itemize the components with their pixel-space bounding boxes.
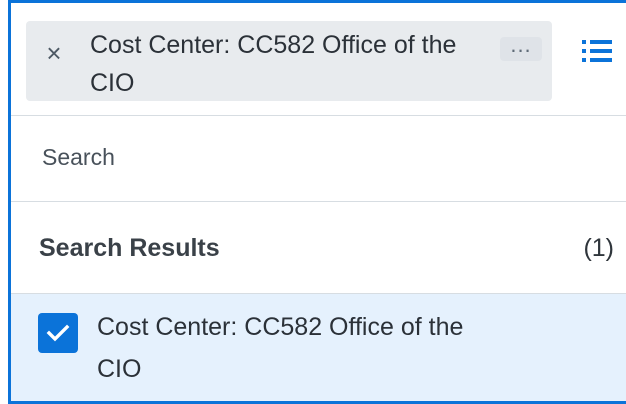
search-input[interactable]: [42, 137, 602, 177]
result-checkbox[interactable]: [38, 313, 78, 353]
list-icon[interactable]: [577, 35, 617, 67]
result-label: Cost Center: CC582 Office of the CIO: [97, 313, 464, 383]
close-icon[interactable]: ×: [40, 39, 68, 67]
search-results-header: Search Results (1): [11, 202, 626, 294]
more-icon[interactable]: ...: [500, 34, 542, 61]
search-result-row[interactable]: Cost Center: CC582 Office of the CIO: [11, 294, 626, 401]
selected-item-label: Cost Center: CC582 Office of the CIO: [90, 31, 457, 97]
search-results-title: Search Results: [39, 234, 220, 262]
search-results-count: (1): [583, 234, 614, 262]
prompt-panel: × Cost Center: CC582 Office of the CIO .…: [0, 0, 626, 404]
selected-items-header: × Cost Center: CC582 Office of the CIO .…: [11, 3, 626, 116]
search-row: [11, 116, 626, 202]
selected-item-chip[interactable]: × Cost Center: CC582 Office of the CIO .…: [26, 21, 552, 101]
check-icon: [46, 324, 70, 342]
